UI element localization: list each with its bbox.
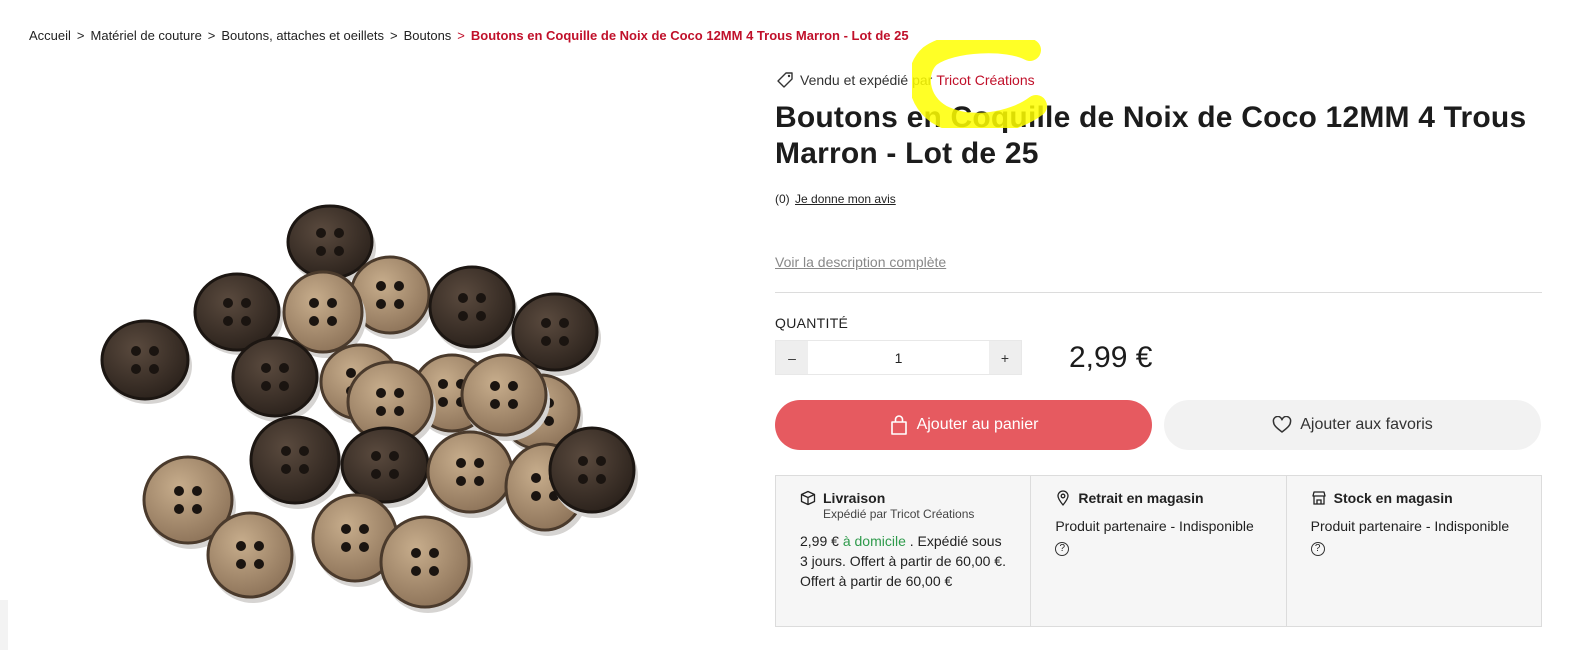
retrait-header: Retrait en magasin [1055, 490, 1261, 506]
livraison-mode-link[interactable]: à domicile [843, 533, 906, 549]
add-to-favorites-button[interactable]: Ajouter aux favoris [1164, 400, 1541, 450]
full-description-link[interactable]: Voir la description complète [775, 254, 1542, 270]
breadcrumb-item-boutons-attaches[interactable]: Boutons, attaches et oeillets [221, 28, 384, 43]
stock-details: Produit partenaire - Indisponible ? [1310, 516, 1517, 556]
seller-prefix: Vendu et expédié par [800, 72, 933, 88]
breadcrumb-item-accueil[interactable]: Accueil [29, 28, 71, 43]
breadcrumb-current: Boutons en Coquille de Noix de Coco 12MM… [470, 28, 909, 43]
delivery-option-stock: Stock en magasin Produit partenaire - In… [1287, 476, 1541, 626]
retrait-details: Produit partenaire - Indisponible ? [1055, 516, 1261, 556]
product-details: Vendu et expédié par Tricot Créations Bo… [775, 68, 1542, 627]
add-to-cart-label: Ajouter au panier [916, 416, 1039, 433]
reviews-row: (0) Je donne mon avis [775, 192, 1542, 206]
seller-link[interactable]: Tricot Créations [936, 72, 1034, 88]
tag-icon [777, 72, 793, 88]
breadcrumb-item-materiel[interactable]: Matériel de couture [91, 28, 202, 43]
retrait-status: Produit partenaire - Indisponible [1055, 518, 1254, 534]
delivery-option-livraison: Livraison Expédié par Tricot Créations 2… [776, 476, 1032, 626]
stock-title: Stock en magasin [1333, 490, 1453, 506]
reviews-count: (0) [775, 192, 790, 206]
coconut-buttons-illustration [100, 204, 638, 613]
quantity-decrease-button[interactable]: – [776, 341, 808, 374]
package-icon [800, 490, 816, 506]
shopping-bag-icon [890, 415, 907, 435]
retrait-title: Retrait en magasin [1078, 490, 1204, 506]
help-icon[interactable]: ? [1055, 542, 1070, 556]
quantity-label: QUANTITÉ [775, 315, 849, 331]
livraison-details: 2,99 € à domicile . Expédié sous 3 jours… [800, 531, 1006, 591]
quantity-input[interactable] [808, 341, 989, 374]
seller-line: Vendu et expédié par Tricot Créations [775, 68, 1542, 92]
breadcrumb-separator: > [390, 28, 398, 43]
product-price: 2,99 € [1069, 340, 1153, 374]
product-title: Boutons en Coquille de Noix de Coco 12MM… [775, 101, 1527, 170]
heart-icon [1272, 416, 1292, 433]
add-to-cart-button[interactable]: Ajouter au panier [775, 400, 1152, 450]
livraison-header: Livraison [800, 490, 1006, 506]
stock-status: Produit partenaire - Indisponible [1310, 518, 1510, 534]
delivery-option-retrait: Retrait en magasin Produit partenaire - … [1031, 476, 1287, 626]
livraison-title: Livraison [823, 490, 886, 506]
review-link[interactable]: Je donne mon avis [795, 192, 896, 206]
quantity-stepper: – + [775, 340, 1022, 375]
add-to-favorites-label: Ajouter aux favoris [1300, 416, 1433, 433]
stock-header: Stock en magasin [1311, 490, 1517, 506]
divider [775, 292, 1542, 293]
breadcrumb: Accueil > Matériel de couture > Boutons,… [29, 28, 909, 43]
breadcrumb-separator: > [457, 28, 465, 43]
action-buttons: Ajouter au panier Ajouter aux favoris [775, 400, 1542, 450]
store-icon [1312, 491, 1326, 505]
quantity-increase-button[interactable]: + [989, 341, 1021, 374]
quantity-price-row: – + 2,99 € [775, 340, 1542, 375]
breadcrumb-item-boutons[interactable]: Boutons [404, 28, 452, 43]
delivery-options: Livraison Expédié par Tricot Créations 2… [775, 475, 1542, 627]
page-edge-mark [0, 600, 8, 650]
product-image[interactable] [0, 60, 760, 650]
breadcrumb-separator: > [207, 28, 216, 43]
livraison-price: 2,99 € [800, 533, 839, 549]
location-pin-icon [1057, 490, 1069, 506]
breadcrumb-separator: > [76, 28, 85, 43]
help-icon[interactable]: ? [1310, 542, 1325, 556]
livraison-subtitle: Expédié par Tricot Créations [823, 507, 975, 521]
